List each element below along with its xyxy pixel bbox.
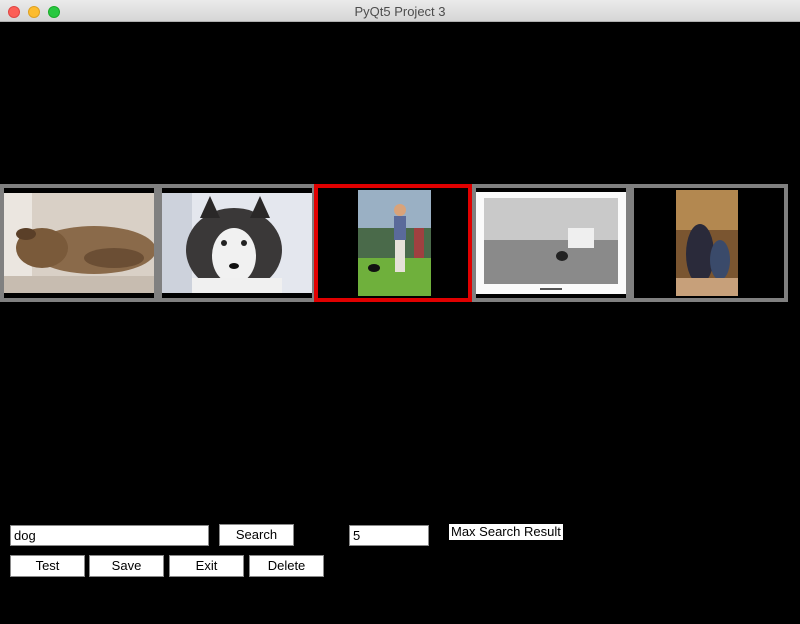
main-content: Search Max Search Result Test Save Exit … [0, 22, 800, 624]
search-input[interactable] [10, 525, 209, 546]
image-thumbnail-2[interactable] [158, 184, 316, 302]
window-title: PyQt5 Project 3 [354, 4, 446, 19]
field-photo-image [476, 188, 626, 298]
painting-image [634, 188, 784, 298]
image-thumbnail-1[interactable] [0, 184, 158, 302]
husky-image [162, 188, 312, 298]
image-thumbnail-3[interactable] [314, 184, 472, 302]
delete-button[interactable]: Delete [249, 555, 324, 577]
search-button[interactable]: Search [219, 524, 294, 546]
max-results-label: Max Search Result [449, 524, 563, 540]
max-results-input[interactable] [349, 525, 429, 546]
save-button[interactable]: Save [89, 555, 164, 577]
image-thumbnail-5[interactable] [630, 184, 788, 302]
dog-lying-image [4, 188, 154, 298]
image-thumbnail-4[interactable] [472, 184, 630, 302]
test-button[interactable]: Test [10, 555, 85, 577]
title-bar: PyQt5 Project 3 [0, 0, 800, 22]
exit-button[interactable]: Exit [169, 555, 244, 577]
person-with-dog-image [318, 188, 468, 298]
